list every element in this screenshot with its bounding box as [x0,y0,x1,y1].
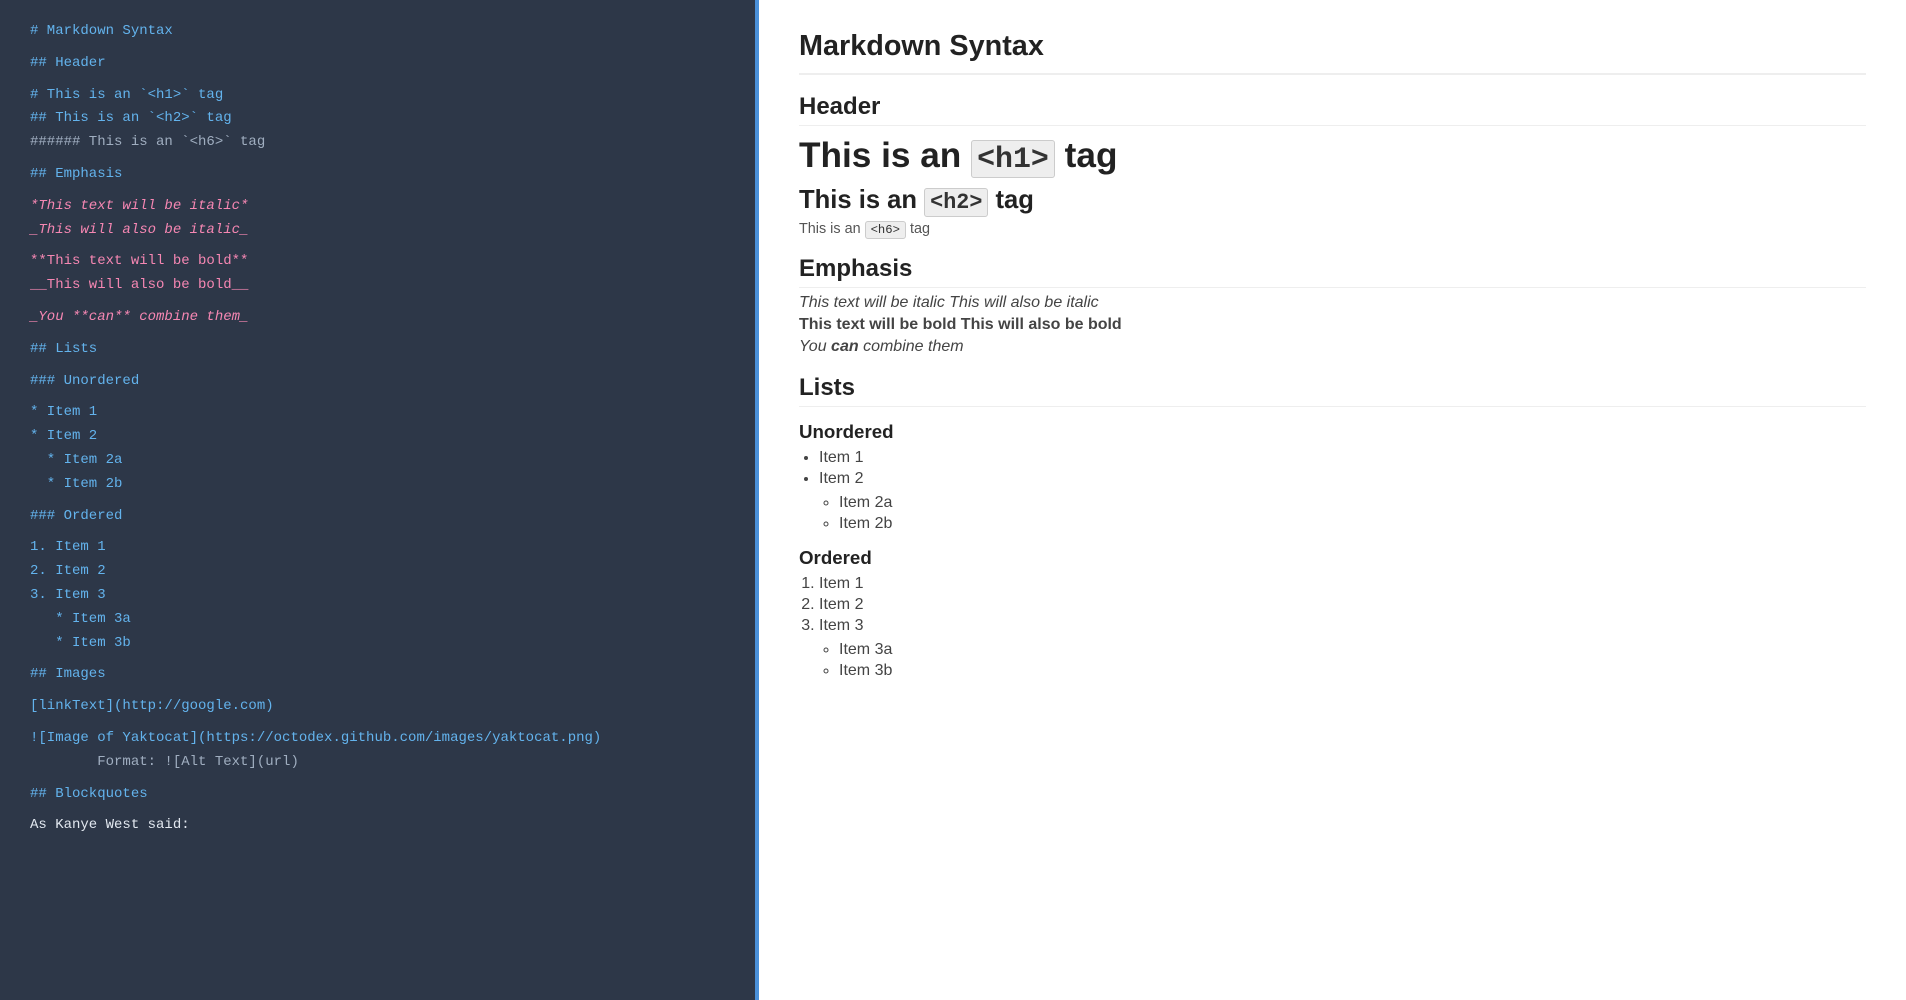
editor-line: As Kanye West said: [30,814,725,838]
preview-header-section: Header [799,93,1866,126]
editor-line: * Item 2b [30,473,725,497]
preview-h1-prefix: This is an [799,136,961,175]
preview-emphasis-section: Emphasis [799,255,1866,288]
editor-panel[interactable]: # Markdown Syntax ## Header # This is an… [0,0,755,1000]
preview-h1-suffix: tag [1065,136,1118,175]
preview-bold-line: This text will be bold This will also be… [799,316,1866,334]
list-item: Item 2 [819,596,1866,614]
preview-bold-text1: This text will be bold [799,316,956,333]
list-item: Item 2b [839,515,1866,533]
editor-line: Format: ![Alt Text](url) [30,751,725,775]
editor-line: * Item 2 [30,425,725,449]
list-item: Item 3a [839,641,1866,659]
preview-h2-prefix: This is an [799,186,917,214]
list-item: Item 2a [839,494,1866,512]
preview-unordered-list: Item 1 Item 2 Item 2a Item 2b [819,449,1866,533]
list-item: Item 3b [839,662,1866,680]
preview-h2-suffix: tag [996,186,1034,214]
editor-line: # This is an `<h1>` tag [30,84,725,108]
editor-line: 1. Item 1 [30,536,725,560]
preview-main-title: Markdown Syntax [799,30,1866,75]
editor-line: ### Ordered [30,505,725,529]
preview-emphasis-content: This text will be italic This will also … [799,294,1866,356]
preview-ordered-section: Ordered [799,547,1866,569]
preview-unordered-section: Unordered [799,421,1866,443]
preview-h1-code: <h1> [971,140,1055,178]
preview-h2-code: <h2> [924,188,988,217]
preview-ordered-sublist: Item 3a Item 3b [839,641,1866,680]
preview-unordered-sublist: Item 2a Item 2b [839,494,1866,533]
editor-line: * Item 1 [30,401,725,425]
editor-line: ## Header [30,52,725,76]
preview-italic-line: This text will be italic This will also … [799,294,1866,312]
list-item: Item 1 [819,575,1866,593]
preview-combine-can: can [831,338,859,355]
preview-italic-text2: This will also be italic [949,294,1098,311]
editor-line: _You **can** combine them_ [30,306,725,330]
editor-line: __This will also be bold__ [30,274,725,298]
preview-h6-prefix: This is an [799,221,861,237]
preview-h6-code: <h6> [865,221,906,239]
preview-combine-line: You can combine them [799,338,1866,356]
editor-line: 3. Item 3 [30,584,725,608]
preview-combine-after: combine them [863,338,964,355]
preview-combine: You can combine them [799,338,964,355]
editor-line: * Item 3a [30,608,725,632]
editor-line: ## Emphasis [30,163,725,187]
preview-ordered-list: Item 1 Item 2 Item 3 Item 3a Item 3b [819,575,1866,680]
editor-line: * Item 2a [30,449,725,473]
preview-bold-text2: This will also be bold [961,316,1122,333]
editor-line: ###### This is an `<h6>` tag [30,131,725,155]
editor-line: *This text will be italic* [30,195,725,219]
editor-line: _This will also be italic_ [30,219,725,243]
preview-combine-before: You [799,338,827,355]
preview-h6: This is an <h6> tag [799,221,1866,237]
preview-h2: This is an <h2> tag [799,186,1866,215]
editor-line: **This text will be bold** [30,250,725,274]
preview-lists-section: Lists [799,374,1866,407]
list-item: Item 2 Item 2a Item 2b [819,470,1866,533]
editor-line: ## Lists [30,338,725,362]
editor-line: * Item 3b [30,632,725,656]
editor-line: 2. Item 2 [30,560,725,584]
editor-line: ![Image of Yaktocat](https://octodex.git… [30,727,725,751]
editor-line: ## Images [30,663,725,687]
preview-h1: This is an <h1> tag [799,136,1866,176]
editor-line: [linkText](http://google.com) [30,695,725,719]
list-item: Item 1 [819,449,1866,467]
preview-italic-text1: This text will be italic [799,294,945,311]
editor-line: ## This is an `<h2>` tag [30,107,725,131]
preview-h6-suffix: tag [910,221,930,237]
list-item: Item 3 Item 3a Item 3b [819,617,1866,680]
editor-line: ### Unordered [30,370,725,394]
preview-panel: Markdown Syntax Header This is an <h1> t… [759,0,1906,1000]
editor-line: ## Blockquotes [30,783,725,807]
editor-line: # Markdown Syntax [30,20,725,44]
